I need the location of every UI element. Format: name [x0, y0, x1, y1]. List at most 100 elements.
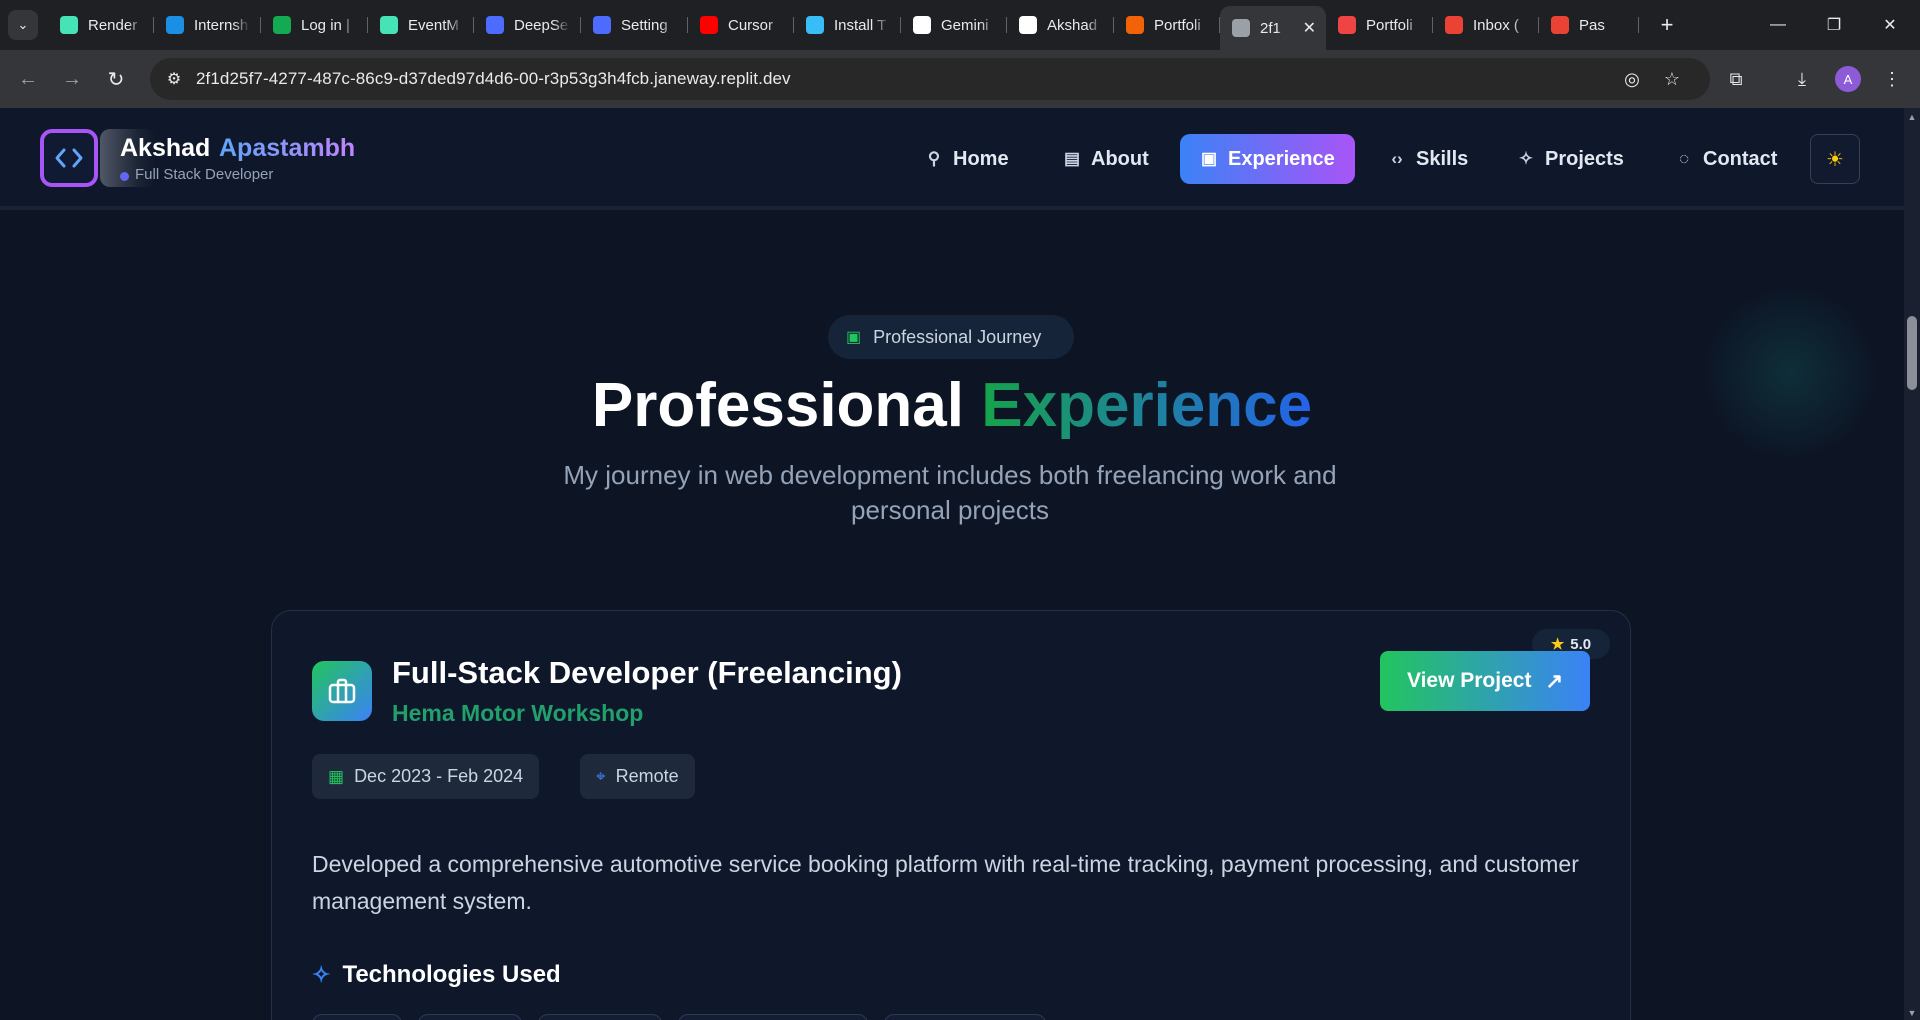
brand-subtitle: Full Stack Developer [135, 166, 274, 183]
nav-label: Home [953, 147, 1009, 170]
close-window-icon[interactable]: ✕ [1862, 0, 1918, 50]
experience-card: Full-Stack Developer (Freelancing) Hema … [271, 610, 1631, 1020]
deepseek-icon [593, 16, 611, 34]
browser-toolbar: ← → ↻ ⚙ 2f1d25f7-4277-487c-86c9-d37ded97… [0, 50, 1920, 108]
nav-contact[interactable]: ◌ Contact [1655, 134, 1797, 184]
tab-label: EventM [408, 16, 459, 34]
location: Remote [615, 766, 679, 786]
site-info-icon[interactable]: ⚙ [162, 67, 186, 91]
render-icon [1338, 16, 1356, 34]
scroll-up-icon[interactable]: ▲ [1907, 112, 1917, 122]
restore-icon[interactable]: ❐ [1806, 0, 1862, 50]
replit-icon [1126, 16, 1144, 34]
tab-label: 2f1 [1260, 19, 1281, 37]
technologies-heading: ✧ Technologies Used [312, 961, 561, 989]
brand-first-name[interactable]: Akshad [120, 134, 210, 163]
scrollbar-thumb[interactable] [1907, 316, 1917, 390]
page-scrollbar[interactable]: ▲ ▼ [1904, 108, 1920, 1020]
browser-tab[interactable]: Render [48, 9, 154, 41]
briefcase-icon [312, 661, 372, 721]
tab-label: Log in | [301, 16, 350, 34]
download-icon[interactable]: ⤓ [1788, 65, 1816, 93]
brand-last-name[interactable]: Apastambh [219, 134, 355, 163]
back-icon[interactable]: ← [12, 63, 44, 95]
internshala-icon [166, 16, 184, 34]
theme-toggle-sun-icon[interactable]: ☀ [1810, 134, 1860, 184]
job-title: Full-Stack Developer (Freelancing) [392, 655, 902, 690]
browser-tab[interactable]: Portfoli [1114, 9, 1220, 41]
tab-search-button[interactable]: ⌄ [8, 10, 38, 40]
document-icon: ▤ [1063, 149, 1081, 168]
bookmark-star-icon[interactable]: ☆ [1660, 67, 1684, 91]
new-tab-button[interactable]: + [1652, 10, 1682, 40]
profile-avatar[interactable]: A [1835, 66, 1861, 92]
browser-tab[interactable]: Inbox ( [1433, 9, 1539, 41]
scroll-down-icon[interactable]: ▼ [1907, 1008, 1917, 1018]
tab-label: Render [88, 16, 138, 34]
browser-tab-strip: ⌄ Render Internsh Log in | EventM DeepSe Sett… [0, 0, 1920, 50]
menu-kebab-icon[interactable]: ⋮ [1878, 65, 1906, 93]
tab-label: Portfoli [1366, 16, 1413, 34]
browser-tab[interactable]: Gemini [901, 9, 1007, 41]
view-project-button[interactable]: View Project ↗ [1380, 651, 1590, 711]
section-badge: ▣ Professional Journey [828, 315, 1074, 359]
github-icon [1019, 16, 1037, 34]
tab-label: Install T [834, 16, 887, 34]
chat-icon: ◌ [1678, 149, 1690, 168]
company-name: Hema Motor Workshop [392, 700, 644, 726]
sparkles-icon: ✧ [1518, 149, 1534, 168]
location-chip: ⌖ Remote [580, 754, 695, 799]
youtube-icon [700, 16, 718, 34]
nav-label: About [1091, 147, 1149, 170]
user-icon: ⚲ [927, 149, 941, 168]
tab-label: Portfoli [1154, 16, 1201, 34]
eye-off-icon[interactable]: ◎ [1620, 67, 1644, 91]
close-tab-icon[interactable]: ✕ [1303, 18, 1316, 38]
gmail-icon [1551, 16, 1569, 34]
browser-tab[interactable]: 2f1 ✕ [1220, 6, 1326, 50]
render-icon [60, 16, 78, 34]
briefcase-icon: ▣ [1200, 149, 1218, 168]
browser-tab[interactable]: Log in | [261, 9, 368, 41]
reload-icon[interactable]: ↻ [100, 63, 132, 95]
deepseek-icon [486, 16, 504, 34]
title-plain: Professional [591, 371, 965, 440]
render-icon [380, 16, 398, 34]
extensions-icon[interactable]: ⧉ [1722, 65, 1750, 93]
job-description: Developed a comprehensive automotive ser… [312, 851, 1579, 914]
nav-label: Projects [1545, 147, 1624, 170]
tab-label: DeepSe [514, 16, 569, 34]
browser-tab[interactable]: Akshad [1007, 9, 1114, 41]
nav-skills[interactable]: ‹› Skills [1368, 134, 1488, 184]
site-header: Akshad Apastambh Full Stack Developer ⚲ H… [0, 108, 1904, 210]
browser-tab[interactable]: Portfoli [1326, 9, 1433, 41]
browser-tab[interactable]: Pas [1539, 9, 1639, 41]
tech-tag [678, 1014, 868, 1020]
tab-label: Pas [1579, 16, 1605, 34]
nav-label: Contact [1703, 147, 1778, 170]
browser-tab[interactable]: Cursor [688, 9, 794, 41]
nav-projects[interactable]: ✧ Projects [1497, 134, 1644, 184]
browser-tab[interactable]: Internsh [154, 9, 261, 41]
forward-icon[interactable]: → [56, 63, 88, 95]
browser-tab[interactable]: DeepSe [474, 9, 581, 41]
tab-label: Inbox ( [1473, 16, 1519, 34]
nav-experience[interactable]: ▣ Experience [1180, 134, 1355, 184]
browser-tab[interactable]: Setting [581, 9, 688, 41]
code-icon: ‹› [1391, 149, 1403, 168]
tech-tag [312, 1014, 402, 1020]
browser-tab[interactable]: Install T [794, 9, 901, 41]
minimize-icon[interactable]: — [1750, 0, 1806, 50]
tab-label: Internsh [194, 16, 249, 34]
code-logo-icon[interactable] [40, 129, 98, 187]
nav-home[interactable]: ⚲ Home [905, 134, 1029, 184]
status-dot [120, 172, 129, 181]
map-pin-icon: ⌖ [596, 766, 606, 786]
nav-about[interactable]: ▤ About [1043, 134, 1169, 184]
url-text[interactable]: 2f1d25f7-4277-487c-86c9-d37ded97d4d6-00-… [196, 69, 791, 89]
tech-heading-label: Technologies Used [342, 961, 561, 988]
tech-tag [884, 1014, 1046, 1020]
nav-label: Experience [1228, 147, 1335, 170]
browser-tab[interactable]: EventM [368, 9, 474, 41]
address-bar[interactable]: ⚙ 2f1d25f7-4277-487c-86c9-d37ded97d4d6-0… [150, 58, 1710, 100]
